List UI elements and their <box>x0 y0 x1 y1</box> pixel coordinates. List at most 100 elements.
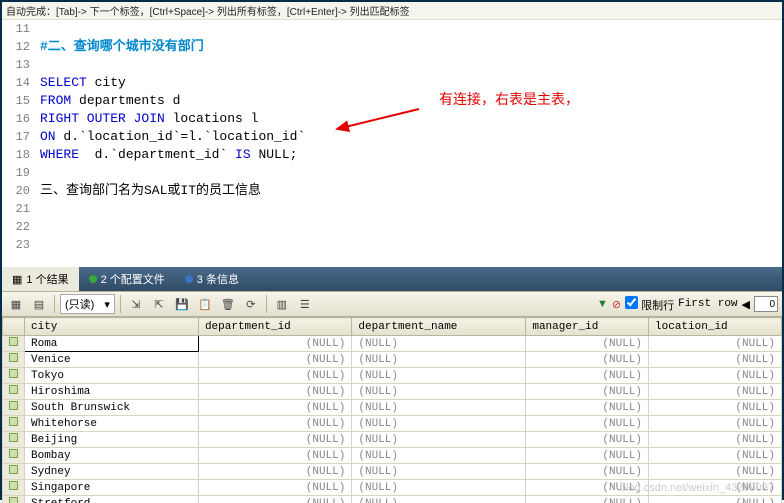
cell-dept-name[interactable]: (NULL) <box>352 416 526 432</box>
cell-mgr-id[interactable]: (NULL) <box>526 432 649 448</box>
prev-page-icon[interactable]: ◀ <box>742 298 750 311</box>
cell-dept-name[interactable]: (NULL) <box>352 352 526 368</box>
table-row[interactable]: Sydney(NULL)(NULL)(NULL)(NULL) <box>3 464 782 480</box>
cell-loc-id[interactable]: (NULL) <box>649 464 782 480</box>
tab-messages[interactable]: 3 条信息 <box>175 267 249 291</box>
table-row[interactable]: Tokyo(NULL)(NULL)(NULL)(NULL) <box>3 368 782 384</box>
copy-icon[interactable]: 📋 <box>195 294 215 314</box>
cell-mgr-id[interactable]: (NULL) <box>526 464 649 480</box>
table-row[interactable]: Bombay(NULL)(NULL)(NULL)(NULL) <box>3 448 782 464</box>
table-row[interactable]: South Brunswick(NULL)(NULL)(NULL)(NULL) <box>3 400 782 416</box>
edit-mode-select[interactable]: (只读)▾ <box>60 294 115 314</box>
cell-city[interactable]: Roma <box>25 336 199 352</box>
table-row[interactable]: Roma(NULL)(NULL)(NULL)(NULL) <box>3 336 782 352</box>
table-row[interactable]: Hiroshima(NULL)(NULL)(NULL)(NULL) <box>3 384 782 400</box>
row-marker-header[interactable] <box>3 318 25 336</box>
form-view-icon[interactable]: ▤ <box>29 294 49 314</box>
cell-loc-id[interactable]: (NULL) <box>649 352 782 368</box>
cell-dept-name[interactable]: (NULL) <box>352 368 526 384</box>
cell-dept-id[interactable]: (NULL) <box>198 400 351 416</box>
row-marker[interactable] <box>3 352 25 368</box>
cell-loc-id[interactable]: (NULL) <box>649 496 782 503</box>
cell-mgr-id[interactable]: (NULL) <box>526 368 649 384</box>
cell-dept-id[interactable]: (NULL) <box>198 384 351 400</box>
reset-filter-icon[interactable]: ⊘ <box>612 298 621 311</box>
row-marker[interactable] <box>3 496 25 503</box>
refresh-icon[interactable]: ⟳ <box>241 294 261 314</box>
cell-dept-id[interactable]: (NULL) <box>198 464 351 480</box>
delete-icon[interactable]: 🗑 <box>218 294 238 314</box>
grid-view-icon[interactable]: ▦ <box>6 294 26 314</box>
cell-loc-id[interactable]: (NULL) <box>649 416 782 432</box>
cell-city[interactable]: Tokyo <box>25 368 199 384</box>
rows-icon[interactable]: ☰ <box>295 294 315 314</box>
cell-loc-id[interactable]: (NULL) <box>649 336 782 352</box>
row-marker[interactable] <box>3 464 25 480</box>
cell-city[interactable]: Bombay <box>25 448 199 464</box>
col-department-id[interactable]: department_id <box>198 318 351 336</box>
cell-loc-id[interactable]: (NULL) <box>649 384 782 400</box>
row-marker[interactable] <box>3 480 25 496</box>
cell-dept-id[interactable]: (NULL) <box>198 448 351 464</box>
cell-loc-id[interactable]: (NULL) <box>649 368 782 384</box>
table-row[interactable]: Singapore(NULL)(NULL)(NULL)(NULL) <box>3 480 782 496</box>
cell-dept-id[interactable]: (NULL) <box>198 432 351 448</box>
cell-dept-id[interactable]: (NULL) <box>198 416 351 432</box>
cell-mgr-id[interactable]: (NULL) <box>526 384 649 400</box>
cell-mgr-id[interactable]: (NULL) <box>526 336 649 352</box>
row-marker[interactable] <box>3 400 25 416</box>
col-city[interactable]: city <box>25 318 199 336</box>
cell-loc-id[interactable]: (NULL) <box>649 432 782 448</box>
table-row[interactable]: Whitehorse(NULL)(NULL)(NULL)(NULL) <box>3 416 782 432</box>
cell-mgr-id[interactable]: (NULL) <box>526 480 649 496</box>
col-manager-id[interactable]: manager_id <box>526 318 649 336</box>
first-row-input[interactable] <box>754 296 778 312</box>
row-marker[interactable] <box>3 416 25 432</box>
cell-dept-name[interactable]: (NULL) <box>352 464 526 480</box>
row-marker[interactable] <box>3 336 25 352</box>
col-department-name[interactable]: department_name <box>352 318 526 336</box>
cell-mgr-id[interactable]: (NULL) <box>526 416 649 432</box>
table-row[interactable]: Venice(NULL)(NULL)(NULL)(NULL) <box>3 352 782 368</box>
cell-dept-name[interactable]: (NULL) <box>352 400 526 416</box>
cell-dept-id[interactable]: (NULL) <box>198 336 351 352</box>
cell-dept-id[interactable]: (NULL) <box>198 368 351 384</box>
row-marker[interactable] <box>3 448 25 464</box>
cell-loc-id[interactable]: (NULL) <box>649 480 782 496</box>
limit-rows-check[interactable]: 限制行 <box>625 296 674 313</box>
cell-city[interactable]: Beijing <box>25 432 199 448</box>
cell-city[interactable]: Stretford <box>25 496 199 503</box>
cell-mgr-id[interactable]: (NULL) <box>526 352 649 368</box>
save-icon[interactable]: 💾 <box>172 294 192 314</box>
import-icon[interactable]: ⇱ <box>149 294 169 314</box>
cell-city[interactable]: Singapore <box>25 480 199 496</box>
row-marker[interactable] <box>3 432 25 448</box>
col-location-id[interactable]: location_id <box>649 318 782 336</box>
cell-city[interactable]: Venice <box>25 352 199 368</box>
cell-mgr-id[interactable]: (NULL) <box>526 400 649 416</box>
cell-dept-id[interactable]: (NULL) <box>198 480 351 496</box>
cell-city[interactable]: South Brunswick <box>25 400 199 416</box>
cell-dept-id[interactable]: (NULL) <box>198 496 351 503</box>
sql-editor[interactable]: 111213 141516 171819 202122 23 #二、查询哪个城市… <box>2 20 782 267</box>
cell-dept-name[interactable]: (NULL) <box>352 448 526 464</box>
cell-loc-id[interactable]: (NULL) <box>649 448 782 464</box>
cell-dept-name[interactable]: (NULL) <box>352 384 526 400</box>
cell-dept-name[interactable]: (NULL) <box>352 336 526 352</box>
code-area[interactable]: #二、查询哪个城市没有部门 SELECT city FROM departmen… <box>34 20 782 267</box>
table-row[interactable]: Beijing(NULL)(NULL)(NULL)(NULL) <box>3 432 782 448</box>
tab-results[interactable]: ▦ 1 个结果 <box>2 267 79 291</box>
cell-dept-id[interactable]: (NULL) <box>198 352 351 368</box>
results-grid[interactable]: city department_id department_name manag… <box>2 317 782 503</box>
cell-mgr-id[interactable]: (NULL) <box>526 448 649 464</box>
cell-city[interactable]: Sydney <box>25 464 199 480</box>
row-marker[interactable] <box>3 368 25 384</box>
cell-city[interactable]: Whitehorse <box>25 416 199 432</box>
cell-dept-name[interactable]: (NULL) <box>352 480 526 496</box>
row-marker[interactable] <box>3 384 25 400</box>
cell-mgr-id[interactable]: (NULL) <box>526 496 649 503</box>
columns-icon[interactable]: ▥ <box>272 294 292 314</box>
cell-dept-name[interactable]: (NULL) <box>352 496 526 503</box>
cell-city[interactable]: Hiroshima <box>25 384 199 400</box>
cell-loc-id[interactable]: (NULL) <box>649 400 782 416</box>
